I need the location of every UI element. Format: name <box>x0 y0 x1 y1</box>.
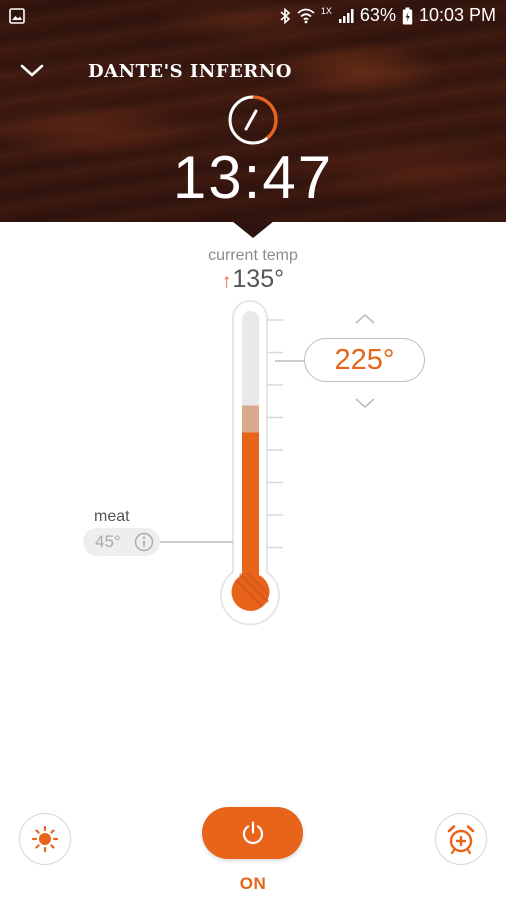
network-type-label: 1X <box>320 5 332 16</box>
chevron-down-icon[interactable] <box>20 63 44 79</box>
power-status-label: ON <box>239 874 267 893</box>
thermometer-bulb <box>231 573 270 611</box>
target-increase-chevron-icon[interactable] <box>354 313 376 325</box>
header-pointer <box>232 221 274 238</box>
light-button[interactable] <box>19 813 71 865</box>
status-bar: 1X 63% 10:03 PM <box>0 0 506 32</box>
target-decrease-chevron-icon[interactable] <box>354 397 376 409</box>
gallery-icon <box>9 8 25 24</box>
dial-gauge-icon <box>228 95 278 145</box>
target-temp-value: 225° <box>334 343 395 376</box>
cook-timer: 13:47 <box>172 144 334 211</box>
target-temp-button[interactable]: 225° <box>304 338 425 382</box>
info-icon[interactable] <box>134 532 154 552</box>
sun-icon <box>31 825 59 853</box>
wifi-icon <box>297 8 315 23</box>
meat-temp-value: 45° <box>95 532 121 551</box>
power-button[interactable] <box>202 807 303 859</box>
current-temp-fill <box>242 432 259 581</box>
battery-percent: 63% <box>359 5 396 25</box>
add-alarm-button[interactable] <box>435 813 487 865</box>
alarm-add-icon <box>447 825 475 855</box>
bluetooth-icon <box>280 7 291 24</box>
status-clock: 10:03 PM <box>418 5 496 25</box>
device-title: DANTE'S INFERNO <box>88 61 292 82</box>
meat-label: meat <box>94 508 130 525</box>
scale-ticks <box>267 319 283 549</box>
signal-icon <box>338 8 354 23</box>
battery-charging-icon <box>402 7 413 24</box>
power-icon <box>242 821 263 845</box>
